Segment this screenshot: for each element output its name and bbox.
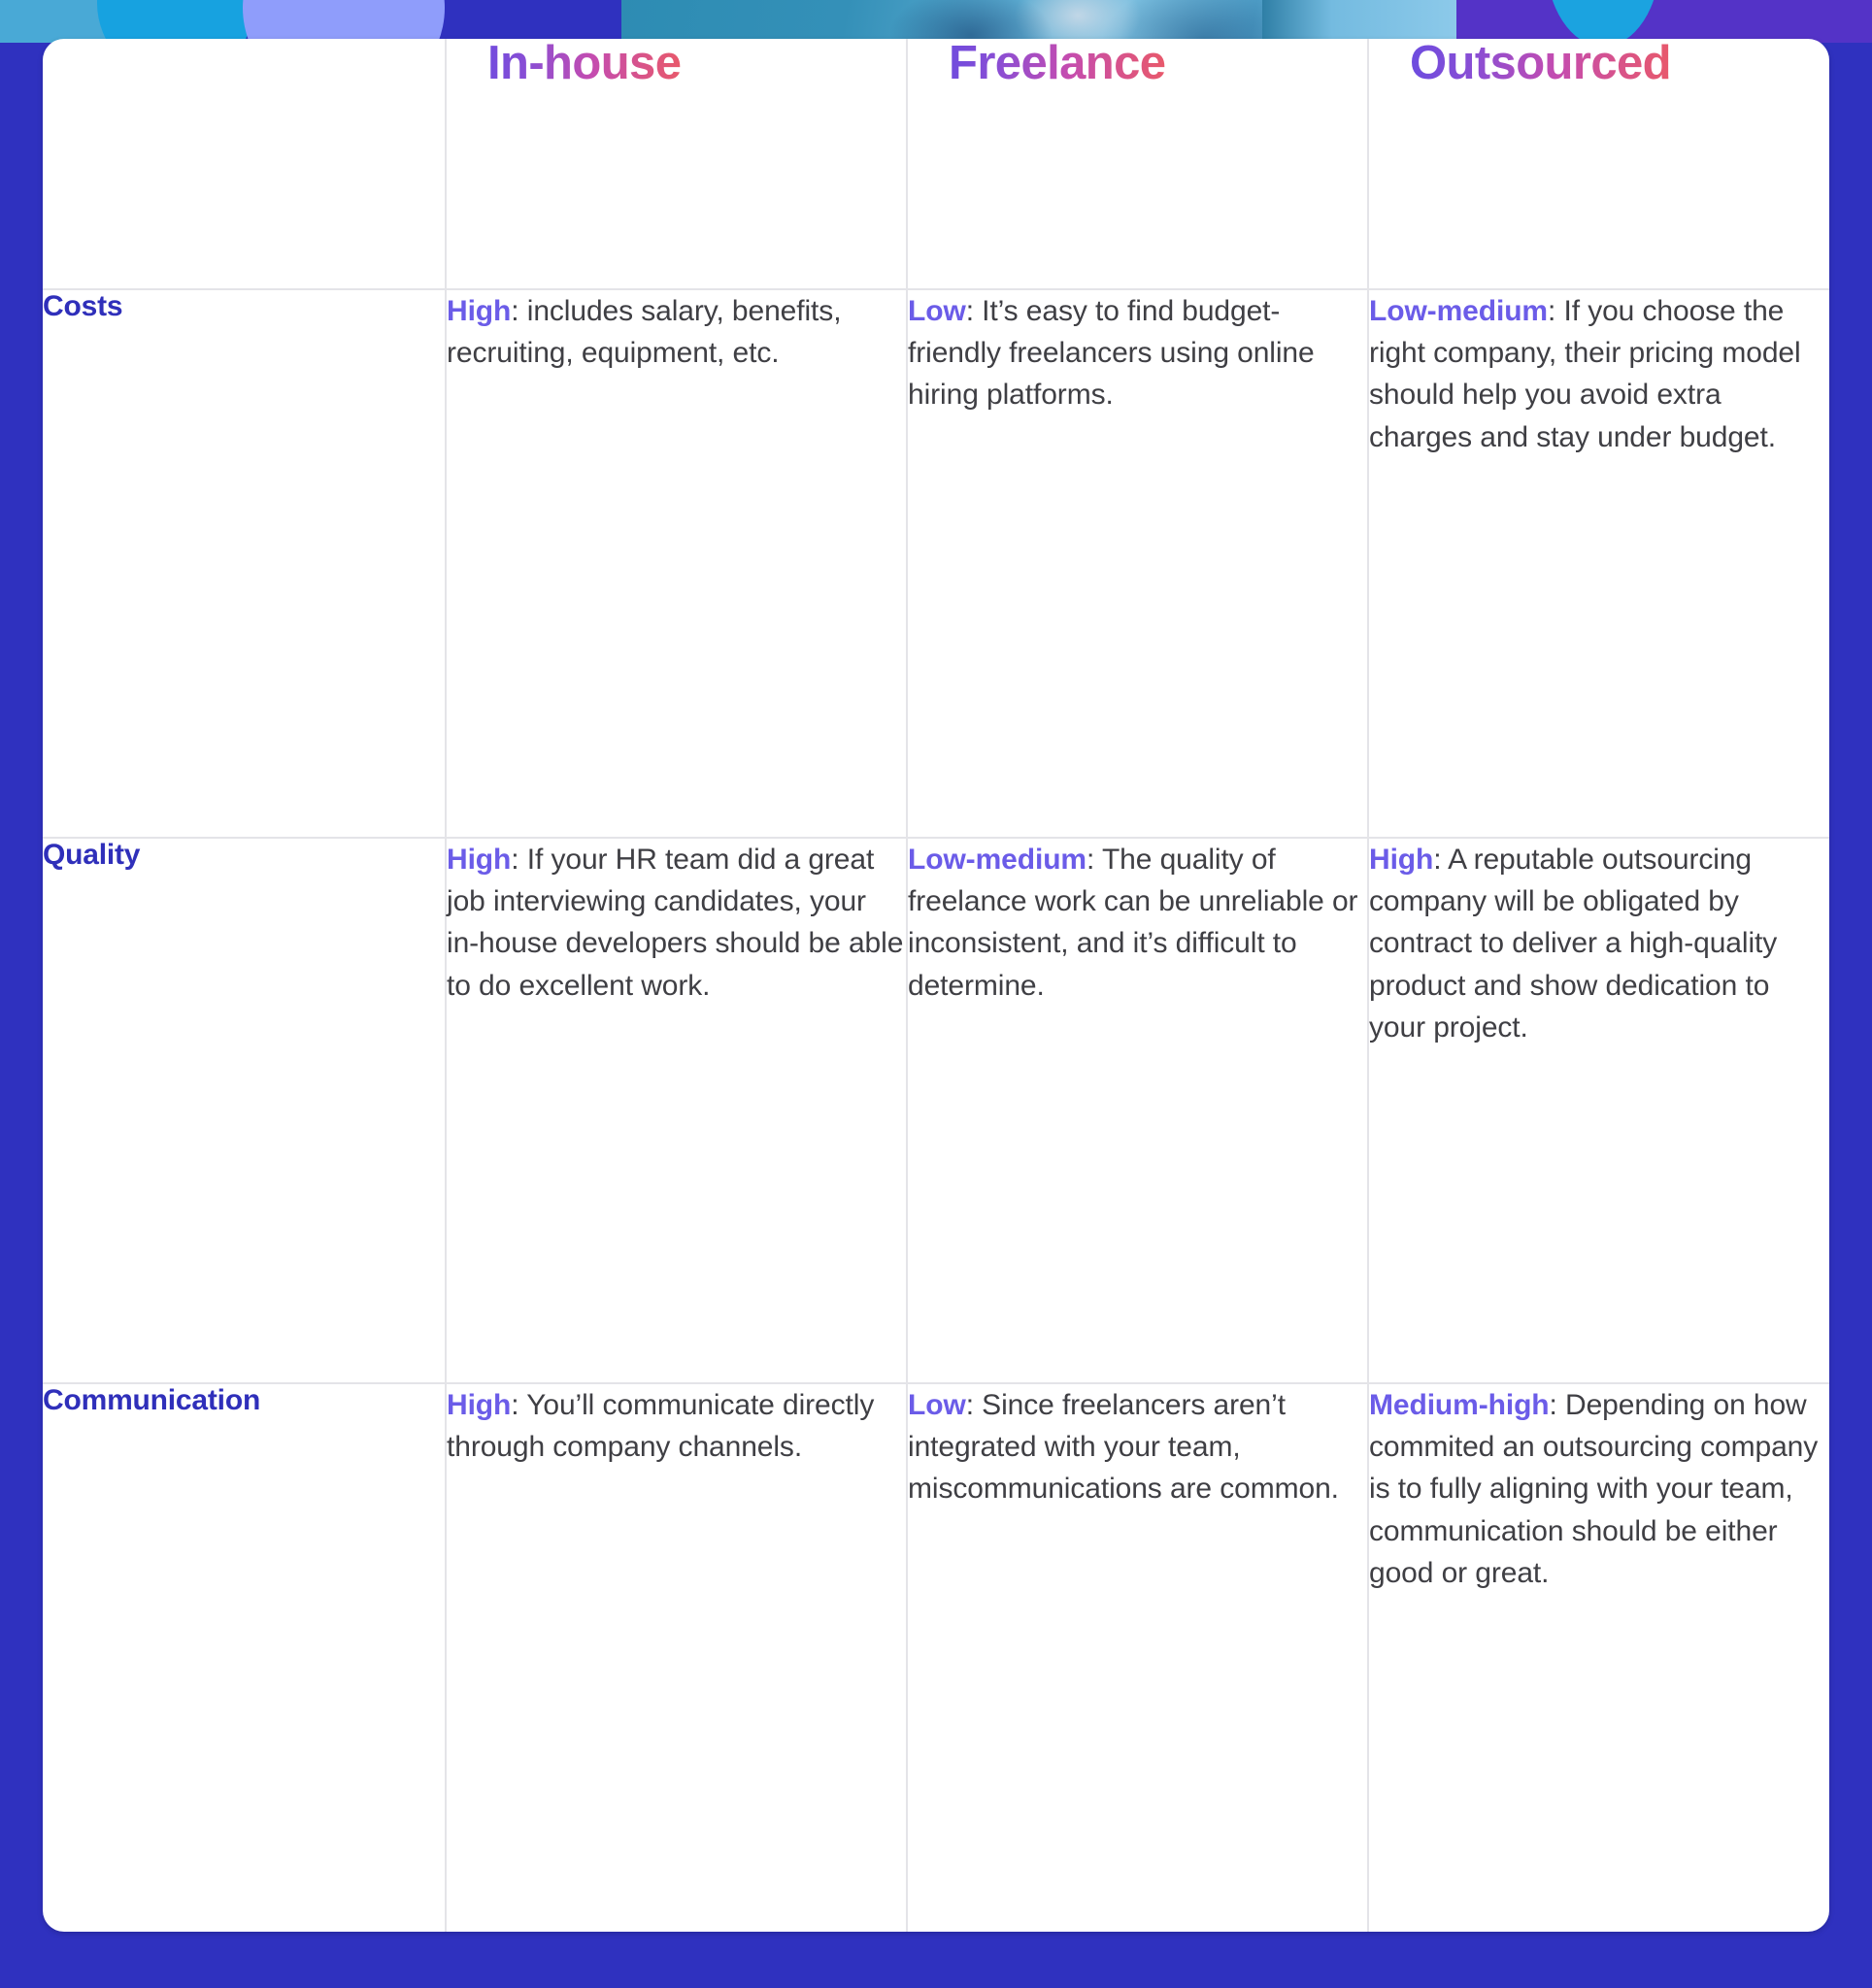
cell-separator: : — [1086, 844, 1102, 876]
cell-communication-outsourced: Medium-high: Depending on how commited a… — [1368, 1383, 1829, 1932]
cell-costs-outsourced: Low-medium: If you choose the right comp… — [1368, 289, 1829, 839]
cell-keyword: Low-medium — [908, 844, 1086, 876]
cell-keyword: High — [1369, 844, 1434, 876]
table-body: Costs High: includes salary, benefits, r… — [43, 289, 1829, 1932]
column-header-in-house: In-house — [446, 39, 908, 290]
table-header: In-house Freelance Outsourced — [43, 39, 1829, 290]
row-label-costs: Costs — [43, 289, 447, 839]
table-row-communication: Communication High: You’ll communicate d… — [43, 1383, 1829, 1932]
decorative-band — [0, 0, 1872, 43]
cell-separator: : — [1548, 295, 1564, 327]
column-header-freelance: Freelance — [907, 39, 1369, 290]
cell-keyword: Medium-high — [1369, 1389, 1550, 1421]
column-header-outsourced: Outsourced — [1368, 39, 1829, 290]
row-label-communication: Communication — [43, 1383, 447, 1932]
cell-keyword: High — [447, 1389, 512, 1421]
cell-keyword: High — [447, 844, 512, 876]
cell-communication-in-house: High: You’ll communicate directly throug… — [446, 1383, 908, 1932]
cell-keyword: High — [447, 295, 512, 327]
comparison-table: In-house Freelance Outsourced Costs High… — [43, 39, 1829, 1932]
column-header-label: In-house — [447, 39, 682, 88]
comparison-card: In-house Freelance Outsourced Costs High… — [43, 39, 1829, 1932]
cell-separator: : — [511, 844, 527, 876]
column-header-label: Outsourced — [1369, 39, 1672, 88]
corner-cell — [43, 39, 447, 290]
cell-separator: : — [1549, 1389, 1566, 1421]
cell-keyword: Low — [908, 1389, 966, 1421]
header-row: In-house Freelance Outsourced — [43, 39, 1829, 290]
cell-keyword: Low-medium — [1369, 295, 1548, 327]
table-row-quality: Quality High: If your HR team did a grea… — [43, 838, 1829, 1384]
cell-keyword: Low — [908, 295, 966, 327]
cell-communication-freelance: Low: Since freelancers aren’t integrated… — [907, 1383, 1369, 1932]
table-row-costs: Costs High: includes salary, benefits, r… — [43, 289, 1829, 839]
decorative-periwinkle-blob — [243, 0, 445, 43]
cell-separator: : — [1433, 844, 1449, 876]
cell-separator: : — [965, 295, 983, 327]
decorative-cyan-circle — [97, 0, 254, 43]
cell-separator: : — [511, 1389, 527, 1421]
cell-quality-freelance: Low-medium: The quality of freelance wor… — [907, 838, 1369, 1384]
cell-separator: : — [511, 295, 527, 327]
cell-quality-outsourced: High: A reputable outsourcing company wi… — [1368, 838, 1829, 1384]
cell-costs-in-house: High: includes salary, benefits, recruit… — [446, 289, 908, 839]
cell-costs-freelance: Low: It’s easy to find budget-friendly f… — [907, 289, 1369, 839]
decorative-violet-shape — [1456, 0, 1872, 43]
cell-quality-in-house: High: If your HR team did a great job in… — [446, 838, 908, 1384]
cell-separator: : — [965, 1389, 983, 1421]
column-header-label: Freelance — [908, 39, 1166, 88]
row-label-quality: Quality — [43, 838, 447, 1384]
decorative-photo-strip-right — [1262, 0, 1461, 43]
